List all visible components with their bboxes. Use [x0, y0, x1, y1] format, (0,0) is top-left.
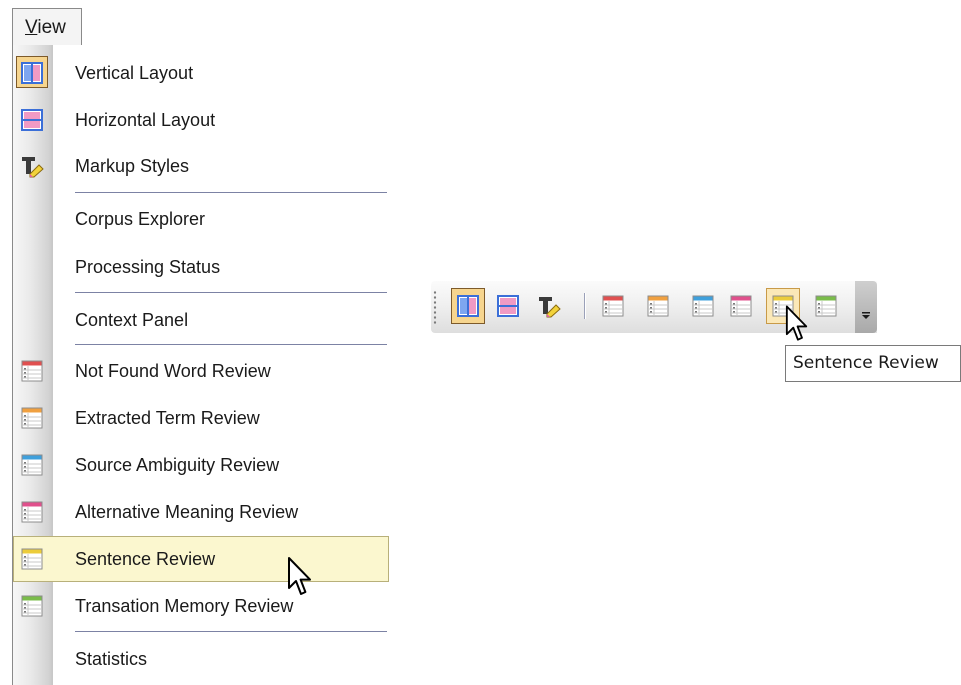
- menu-item-statistics[interactable]: Statistics: [13, 636, 389, 682]
- menu-item-corpus-explorer[interactable]: Corpus Explorer: [13, 196, 389, 242]
- horizontal-layout-icon: [497, 295, 519, 317]
- view-menu-tab[interactable]: View: [12, 8, 82, 45]
- menu-item-label: Processing Status: [75, 257, 221, 277]
- menu-item-vertical-layout[interactable]: Vertical Layout: [13, 50, 389, 96]
- menu-separator: [75, 292, 387, 293]
- table-icon-yellow: [21, 548, 43, 570]
- toolbar-source-ambiguity-review-button[interactable]: [686, 288, 720, 324]
- menu-item-sentence-review[interactable]: Sentence Review: [13, 536, 389, 582]
- menu-item-horizontal-layout[interactable]: Horizontal Layout: [13, 97, 389, 143]
- menu-separator: [75, 631, 387, 632]
- table-icon-blue: [692, 295, 714, 317]
- menu-item-label: Corpus Explorer: [75, 209, 206, 229]
- toolbar-markup-styles-button[interactable]: [532, 288, 566, 324]
- table-icon-red: [602, 295, 624, 317]
- menu-item-transation-memory-review[interactable]: Transation Memory Review: [13, 583, 389, 629]
- menu-item-label: Source Ambiguity Review: [75, 455, 280, 475]
- chevron-down-icon: [862, 312, 870, 319]
- menu-item-label: Horizontal Layout: [75, 110, 216, 130]
- menu-item-label: Context Panel: [75, 310, 189, 330]
- menu-item-label: Vertical Layout: [75, 63, 194, 83]
- toolbar-alternative-meaning-review-button[interactable]: [724, 288, 758, 324]
- mouse-cursor-icon: [785, 305, 808, 341]
- toolbar-extracted-term-review-button[interactable]: [641, 288, 675, 324]
- menu-item-source-ambiguity-review[interactable]: Source Ambiguity Review: [13, 442, 389, 488]
- view-menu-dropdown: Vertical Layout Horizontal Layout Markup…: [12, 45, 389, 685]
- toolbar-tooltip: Sentence Review: [785, 345, 961, 382]
- table-icon-orange: [21, 407, 43, 429]
- menu-item-extracted-term-review[interactable]: Extracted Term Review: [13, 395, 389, 441]
- markup-styles-icon: [539, 297, 561, 318]
- menu-item-context-panel[interactable]: Context Panel: [13, 297, 389, 343]
- menu-item-label: Markup Styles: [75, 156, 190, 176]
- vertical-layout-icon: [21, 62, 43, 84]
- markup-styles-icon: [22, 157, 44, 178]
- mouse-cursor-icon: [288, 557, 311, 595]
- table-icon-pink: [21, 501, 43, 523]
- table-icon-orange: [647, 295, 669, 317]
- toolbar-vertical-layout-button[interactable]: [451, 288, 485, 324]
- toolbar-overflow-button[interactable]: [855, 281, 877, 333]
- toolbar-separator: [584, 293, 586, 319]
- table-icon-blue: [21, 454, 43, 476]
- menu-item-label: Sentence Review: [75, 549, 216, 569]
- menu-item-label: Extracted Term Review: [75, 408, 260, 428]
- menu-item-processing-status[interactable]: Processing Status: [13, 244, 389, 290]
- view-toolbar: [431, 281, 877, 333]
- menu-separator: [75, 192, 387, 193]
- menu-item-label: Alternative Meaning Review: [75, 502, 299, 522]
- toolbar-grip-handle[interactable]: [433, 290, 437, 324]
- menu-item-label: Transation Memory Review: [75, 596, 294, 616]
- menu-item-not-found-word-review[interactable]: Not Found Word Review: [13, 348, 389, 394]
- table-icon-green: [815, 295, 837, 317]
- horizontal-layout-icon: [21, 109, 43, 131]
- toolbar-not-found-word-review-button[interactable]: [596, 288, 630, 324]
- table-icon-pink: [730, 295, 752, 317]
- table-icon-green: [21, 595, 43, 617]
- toolbar-transation-memory-review-button[interactable]: [809, 288, 843, 324]
- view-menu-mnemonic: V: [25, 17, 38, 38]
- menu-separator: [75, 344, 387, 345]
- view-menu-label: iew: [37, 17, 66, 38]
- table-icon-red: [21, 360, 43, 382]
- menu-item-alternative-meaning-review[interactable]: Alternative Meaning Review: [13, 489, 389, 535]
- vertical-layout-icon: [457, 295, 479, 317]
- menu-item-label: Not Found Word Review: [75, 361, 271, 381]
- menu-item-label: Statistics: [75, 649, 148, 669]
- menu-item-markup-styles[interactable]: Markup Styles: [13, 143, 389, 189]
- toolbar-horizontal-layout-button[interactable]: [491, 288, 525, 324]
